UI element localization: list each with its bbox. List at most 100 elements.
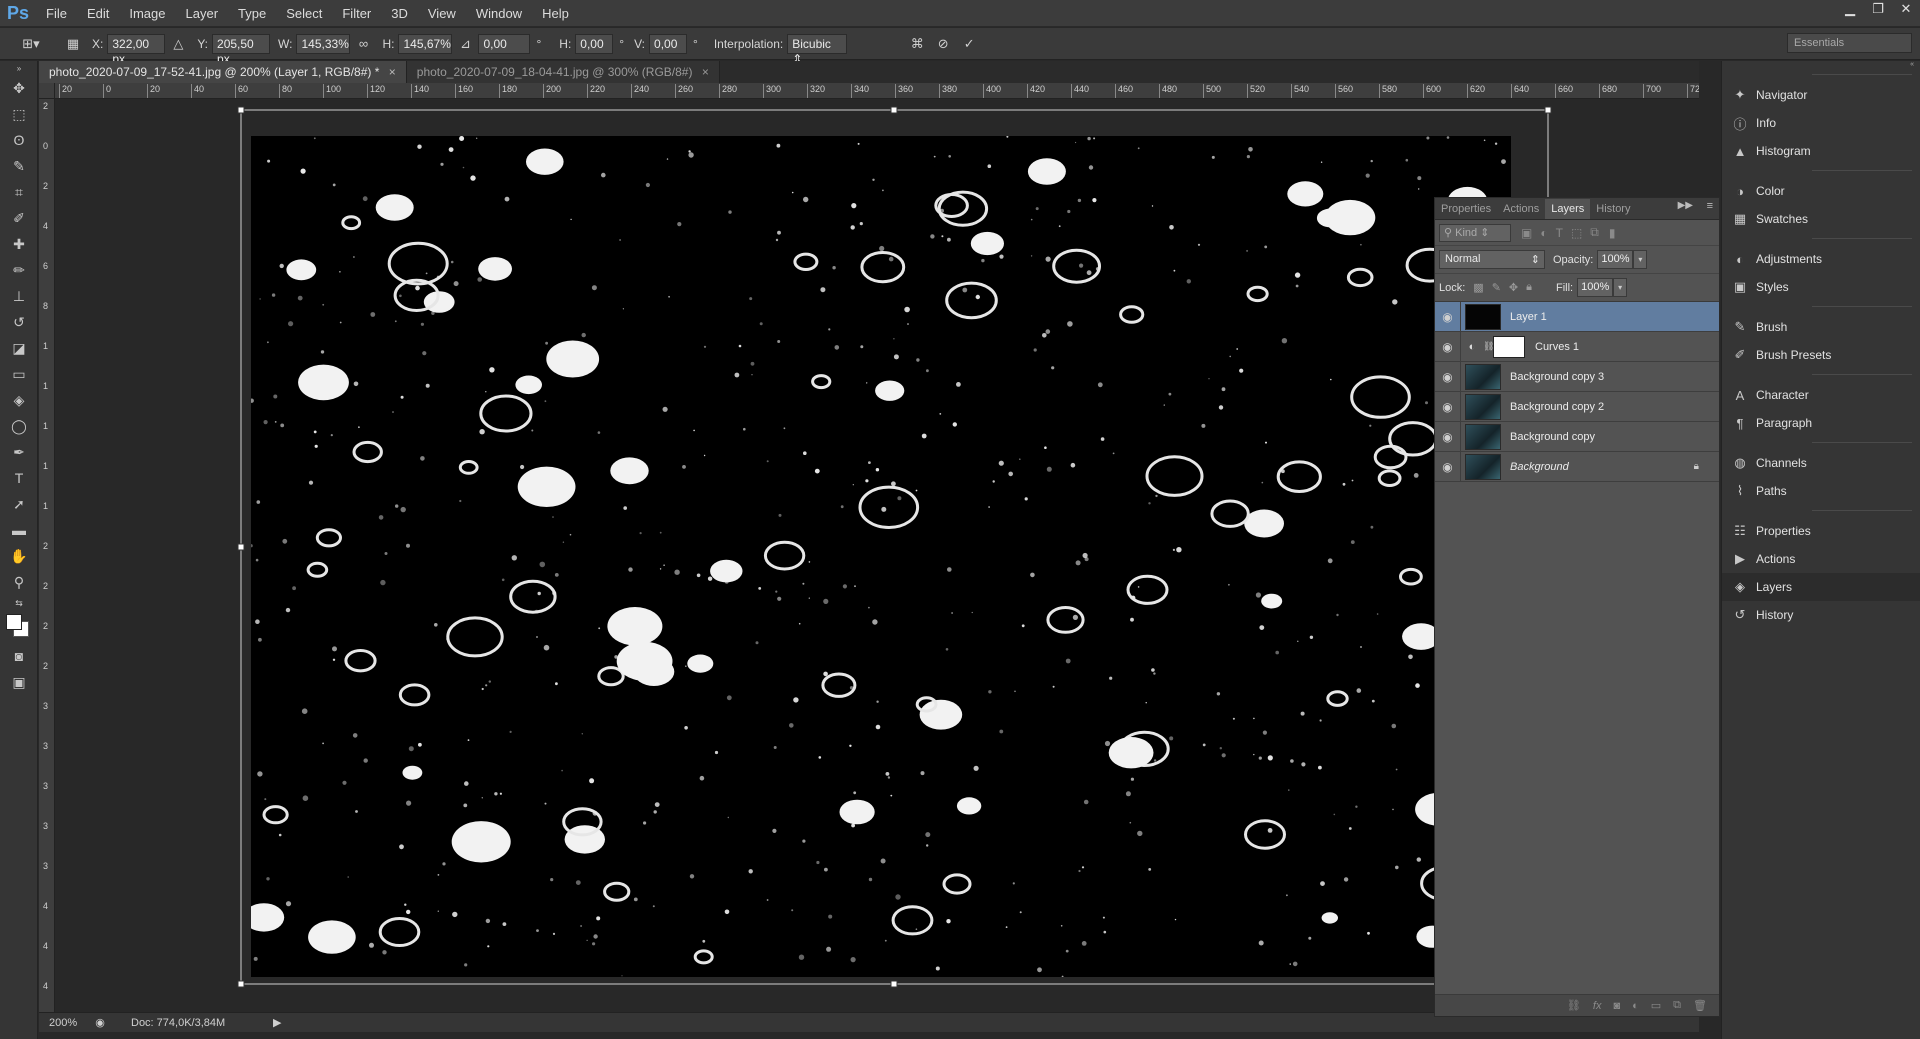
blur-tool-icon[interactable]: ◈ [0,387,38,413]
filter-toggle-icon[interactable]: ▮ [1609,226,1616,240]
dock-history[interactable]: ↺ History [1722,601,1920,629]
filter-pixel-icon[interactable]: ▣ [1521,226,1532,240]
menu-help[interactable]: Help [532,0,579,27]
fill-field[interactable]: 100% [1577,278,1614,297]
fill-dropdown-icon[interactable]: ▾ [1613,278,1628,297]
dock-brush-presets[interactable]: ✐ Brush Presets [1722,341,1920,369]
swap-colors-icon[interactable]: ⇆ [0,595,38,611]
dock-navigator[interactable]: ✦ Navigator [1722,81,1920,109]
menu-view[interactable]: View [418,0,466,27]
dock-layers[interactable]: ◈ Layers [1722,573,1920,601]
filter-type-icon[interactable]: T [1556,226,1563,240]
minimize-button[interactable]: ▁ [1836,0,1864,18]
warp-icon[interactable]: ⌘ [907,34,927,54]
quick-select-tool-icon[interactable]: ✎ [0,153,38,179]
tools-collapse-icon[interactable]: » [0,61,38,75]
height-field[interactable]: 145,67% [398,33,453,54]
commit-transform-icon[interactable]: ✓ [959,34,979,54]
menu-select[interactable]: Select [276,0,332,27]
status-expand-icon[interactable]: ▶ [273,1016,281,1029]
opacity-field[interactable]: 100% [1597,250,1634,269]
lock-transparent-icon[interactable]: ▩ [1473,281,1483,294]
filter-adjustment-icon[interactable]: ◐ [1540,226,1547,240]
reference-point-icon[interactable]: ▦ [63,34,83,54]
dock-paths[interactable]: ⌇ Paths [1722,477,1920,505]
shape-tool-icon[interactable]: ▬ [0,517,38,543]
dock-collapse-icon[interactable]: « [1722,61,1920,69]
menu-layer[interactable]: Layer [176,0,229,27]
mask-link-icon[interactable]: ⛓ [1483,341,1494,352]
menu-window[interactable]: Window [466,0,532,27]
x-field[interactable]: 322,00 px [107,33,166,66]
marquee-tool-icon[interactable]: ⬚ [0,101,38,127]
visibility-eye-icon[interactable]: ◉ [1435,361,1461,392]
zoom-tool-icon[interactable]: ⚲ [0,569,38,595]
document-tab[interactable]: photo_2020-07-09_18-04-41.jpg @ 300% (RG… [406,61,720,83]
lock-image-icon[interactable]: ✎ [1492,281,1501,294]
new-group-icon[interactable]: ▭ [1651,999,1661,1012]
workspace-select[interactable]: Essentials [1787,33,1912,53]
relative-position-icon[interactable]: △ [168,34,188,54]
tab-history[interactable]: History [1590,199,1636,219]
vertical-ruler[interactable]: 2 0 2 4 6 8 1 1 1 1 1 2 2 2 2 3 3 3 3 3 4 4 4 [39,99,55,1012]
clone-stamp-tool-icon[interactable]: ⊥ [0,283,38,309]
history-brush-tool-icon[interactable]: ↺ [0,309,38,335]
document-tab-active[interactable]: photo_2020-07-09_17-52-41.jpg @ 200% (La… [39,61,407,83]
dodge-tool-icon[interactable]: ◯ [0,413,38,439]
pen-tool-icon[interactable]: ✒ [0,439,38,465]
screen-mode-icon[interactable]: ▣ [0,669,38,695]
width-field[interactable]: 145,33% [296,33,351,54]
visibility-eye-icon[interactable]: ◉ [1435,421,1461,452]
dock-channels[interactable]: ◍ Channels [1722,449,1920,477]
dock-properties[interactable]: ☷ Properties [1722,517,1920,545]
zoom-level[interactable]: 200% [49,1017,85,1029]
delete-layer-icon[interactable]: 🗑︎ [1693,999,1707,1012]
layer-row-layer-1[interactable]: ◉ Layer 1 [1435,301,1719,332]
dock-color[interactable]: ◑ Color [1722,177,1920,205]
menu-file[interactable]: File [36,0,77,27]
dock-styles[interactable]: ▣ Styles [1722,273,1920,301]
layer-row-background-copy-3[interactable]: ◉ Background copy 3 [1435,361,1719,392]
add-mask-icon[interactable]: ◙ [1613,1000,1620,1012]
visibility-eye-icon[interactable]: ◉ [1435,301,1461,332]
dock-actions[interactable]: ▶ Actions [1722,545,1920,573]
status-menu-icon[interactable]: ◉ [93,1016,107,1029]
vskew-field[interactable]: 0,00 [649,33,688,54]
tab-layers[interactable]: Layers [1545,199,1591,219]
menu-type[interactable]: Type [228,0,276,27]
dock-character[interactable]: A Character [1722,381,1920,409]
opacity-dropdown-icon[interactable]: ▾ [1633,250,1648,269]
link-icon[interactable]: ∞ [353,34,373,54]
hskew-field[interactable]: 0,00 [575,33,614,54]
move-tool-icon[interactable]: ✥ [0,75,38,101]
ruler-origin[interactable] [39,83,55,99]
tab-properties[interactable]: Properties [1435,199,1497,219]
hand-tool-icon[interactable]: ✋ [0,543,38,569]
layer-row-background[interactable]: ◉ Background 🔒︎ [1435,451,1719,482]
menu-edit[interactable]: Edit [77,0,119,27]
interpolation-select[interactable]: Bicubic ⇕ [787,33,848,66]
close-button[interactable]: ✕ [1892,0,1920,18]
cancel-transform-icon[interactable]: ⊘ [933,34,953,54]
horizontal-ruler[interactable]: 20 0 20 40 60 80 100 120 140 160 180 200 220 240 260 28… [55,83,1699,99]
blend-mode-select[interactable]: Normal ⇕ [1439,250,1545,269]
y-field[interactable]: 205,50 px [212,33,271,66]
crop-tool-icon[interactable]: ⌗ [0,179,38,205]
new-layer-icon[interactable]: ⧉ [1673,999,1681,1012]
link-layers-icon[interactable]: ⛓ [1567,999,1581,1012]
dock-info[interactable]: ⓘ Info [1722,109,1920,137]
dock-adjustments[interactable]: ◐ Adjustments [1722,245,1920,273]
transform-bounding-box[interactable] [237,106,1561,990]
layer-row-background-copy-2[interactable]: ◉ Background copy 2 [1435,391,1719,422]
lasso-tool-icon[interactable]: ʘ [0,127,38,153]
filter-kind-select[interactable]: ⚲ Kind ⇕ [1439,223,1511,242]
quick-mask-icon[interactable]: ◙ [0,643,38,669]
filter-shape-icon[interactable]: ⬚ [1571,226,1582,240]
menu-filter[interactable]: Filter [332,0,381,27]
panel-menu-icon[interactable]: ≡ [1707,200,1713,212]
layer-mask-thumbnail[interactable] [1493,335,1525,358]
dock-swatches[interactable]: ▦ Swatches [1722,205,1920,233]
menu-image[interactable]: Image [119,0,175,27]
visibility-eye-icon[interactable]: ◉ [1435,451,1461,482]
foreground-color-swatch[interactable] [6,614,22,630]
